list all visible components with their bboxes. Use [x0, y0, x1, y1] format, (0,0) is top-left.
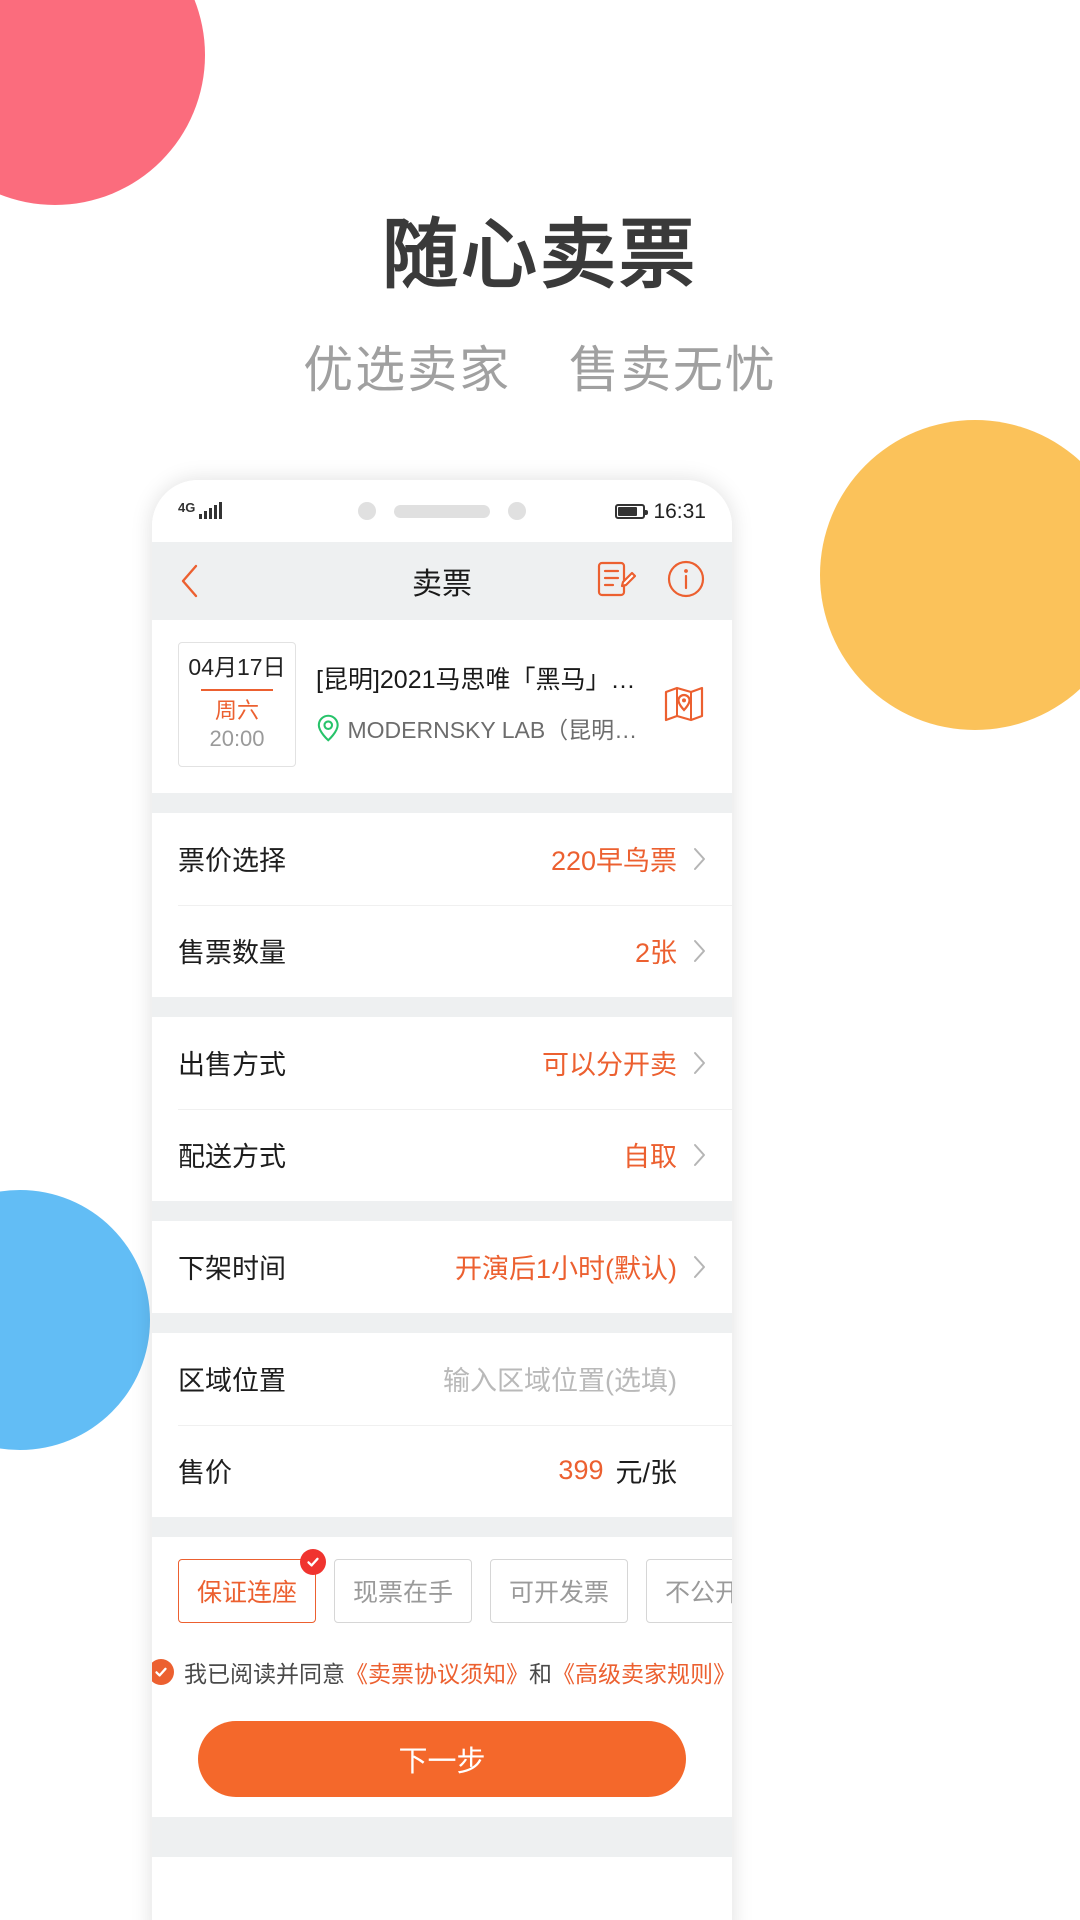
tag-invoice-available[interactable]: 可开发票: [490, 1558, 629, 1623]
tag-label: 保证连座: [197, 1578, 298, 1607]
row-area-position[interactable]: 区域位置 输入区域位置(选填): [152, 1333, 732, 1425]
row-delist-time[interactable]: 下架时间 开演后1小时(默认): [152, 1221, 732, 1313]
map-location-icon: [664, 687, 704, 722]
open-map-button[interactable]: [662, 684, 706, 724]
edit-document-button[interactable]: [594, 558, 637, 605]
chevron-right-icon: [693, 939, 706, 963]
event-venue-row: MODERNSKY LAB（昆明店）: [316, 711, 642, 745]
edit-document-icon: [597, 561, 637, 596]
event-time: 20:00: [209, 726, 265, 752]
info-circle-icon: [667, 560, 705, 597]
event-weekday: 周六: [214, 697, 259, 723]
cta-container: 下一步: [152, 1698, 732, 1817]
check-icon: [155, 1667, 167, 1677]
form-group-4: 区域位置 输入区域位置(选填) 售价 399 元/张: [152, 1332, 732, 1517]
price-unit-label: 元/张: [615, 1458, 677, 1489]
info-button[interactable]: [666, 559, 706, 604]
agreement-middle: 和: [529, 1660, 552, 1687]
chevron-right-icon: [693, 1051, 706, 1075]
row-ticket-quantity[interactable]: 售票数量 2张: [152, 904, 732, 997]
section-gap: [152, 1200, 732, 1221]
agreement-checkbox[interactable]: [152, 1658, 174, 1685]
row-value: 可以分开卖: [542, 1050, 677, 1081]
row-value: 自取: [623, 1142, 677, 1173]
nav-actions: [594, 558, 706, 605]
form-group-3: 下架时间 开演后1小时(默认): [152, 1220, 732, 1313]
agreement-prefix: 我已阅读并同意: [184, 1660, 345, 1687]
earpiece-speaker-icon: [394, 504, 490, 518]
row-label: 配送方式: [178, 1142, 286, 1173]
map-pin-icon: [317, 715, 339, 742]
section-gap: [152, 996, 732, 1017]
chevron-right-icon: [693, 1143, 706, 1167]
signal-bars-icon: [199, 502, 223, 519]
tag-selected-check-icon: [300, 1548, 327, 1575]
bottom-filler: [152, 1816, 732, 1857]
section-gap: [152, 1312, 732, 1333]
row-sell-method[interactable]: 出售方式 可以分开卖: [152, 1017, 732, 1109]
status-bar-right: 16:31: [615, 501, 706, 522]
row-selling-price[interactable]: 售价 399 元/张: [152, 1424, 732, 1517]
status-bar: 4G 16:31: [152, 480, 732, 542]
event-info: [昆明]2021马思唯「黑马」巡演 LVH MODERNSKY LAB（昆明店）: [316, 664, 642, 746]
tag-guaranteed-adjacent-seats[interactable]: 保证连座: [178, 1548, 327, 1623]
decorative-blob-yellow: [820, 420, 1080, 730]
camera-dot-icon: [358, 502, 376, 520]
row-value: 220早鸟票: [550, 846, 677, 877]
promo-page: 随心卖票 优选卖家 售卖无忧 4G 16:31 卖票 04月17日 周六 20:…: [0, 0, 1080, 1920]
battery-icon: [615, 503, 649, 519]
row-label: 售票数量: [178, 938, 286, 969]
tag-label: 可开发票: [509, 1578, 610, 1607]
tag-label: 不公开售: [665, 1578, 732, 1607]
section-gap: [152, 1516, 732, 1537]
row-delivery-method[interactable]: 配送方式 自取: [152, 1108, 732, 1201]
event-date-box: 04月17日 周六 20:00: [178, 642, 296, 767]
row-value: 2张: [634, 938, 677, 969]
network-type-label: 4G: [178, 500, 196, 515]
event-date: 04月17日: [188, 654, 286, 680]
nav-bar: 卖票: [152, 542, 732, 620]
tag-ticket-in-hand[interactable]: 现票在手: [334, 1558, 473, 1623]
area-position-input[interactable]: 输入区域位置(选填): [443, 1359, 677, 1398]
chevron-right-icon: [693, 847, 706, 871]
event-venue: MODERNSKY LAB（昆明店）: [347, 717, 642, 744]
event-title: [昆明]2021马思唯「黑马」巡演 LVH: [316, 665, 642, 694]
attribute-tag-list: 保证连座 现票在手 可开发票 不公开售: [152, 1536, 732, 1641]
agreement-link-senior-seller-rules[interactable]: 《高级卖家规则》: [552, 1661, 732, 1687]
agreement-row: 我已阅读并同意《卖票协议须知》和《高级卖家规则》: [152, 1640, 732, 1699]
row-label: 下架时间: [178, 1254, 286, 1285]
date-divider: [201, 688, 273, 691]
promo-subheadline-right: 售卖无忧: [568, 342, 777, 398]
next-step-button[interactable]: 下一步: [198, 1720, 686, 1797]
decorative-blob-blue: [0, 1190, 150, 1450]
form-group-1: 票价选择 220早鸟票 售票数量 2张: [152, 812, 732, 997]
row-value: 开演后1小时(默认): [455, 1254, 677, 1285]
agreement-text: 我已阅读并同意《卖票协议须知》和《高级卖家规则》: [184, 1655, 732, 1689]
row-label: 票价选择: [178, 846, 286, 877]
promo-subheadline: 优选卖家 售卖无忧: [0, 345, 1080, 395]
form-group-2: 出售方式 可以分开卖 配送方式 自取: [152, 1016, 732, 1201]
status-bar-left: 4G: [178, 500, 223, 519]
status-bar-notch: [358, 502, 526, 520]
tag-label: 现票在手: [353, 1578, 454, 1607]
promo-subheadline-left: 优选卖家: [303, 342, 512, 398]
tag-private-sale[interactable]: 不公开售: [646, 1558, 732, 1623]
selling-price-input[interactable]: 399: [558, 1455, 603, 1486]
row-ticket-price-option[interactable]: 票价选择 220早鸟票: [152, 813, 732, 905]
row-label: 区域位置: [178, 1366, 286, 1397]
row-label: 出售方式: [178, 1050, 286, 1081]
section-gap: [152, 792, 732, 813]
phone-mockup: 4G 16:31 卖票 04月17日 周六 20:00 [昆明]2021马思唯「…: [152, 480, 732, 1920]
clock-label: 16:31: [653, 499, 706, 523]
event-card[interactable]: 04月17日 周六 20:00 [昆明]2021马思唯「黑马」巡演 LVH MO…: [152, 620, 732, 793]
row-label: 售价: [178, 1458, 232, 1489]
promo-headline: 随心卖票: [382, 213, 698, 298]
agreement-link-seller-notice[interactable]: 《卖票协议须知》: [345, 1661, 529, 1687]
chevron-right-icon: [693, 1255, 706, 1279]
sensor-dot-icon: [508, 502, 526, 520]
decorative-blob-red: [0, 0, 205, 205]
